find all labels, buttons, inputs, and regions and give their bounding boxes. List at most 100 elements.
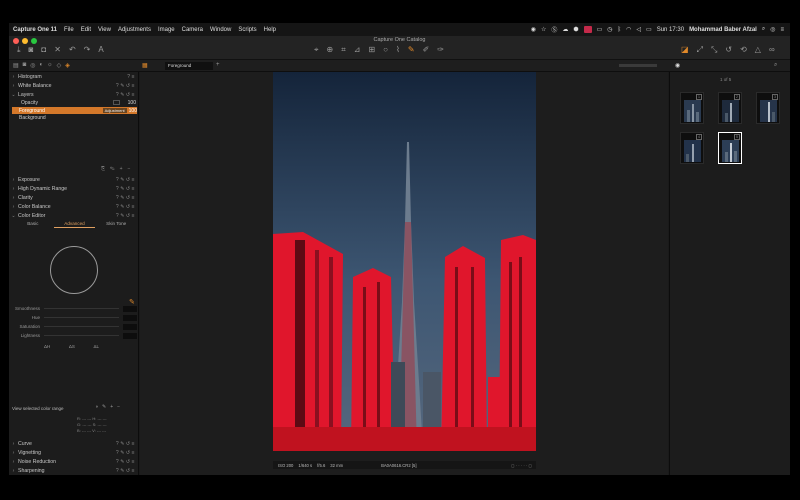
layer-foreground[interactable]: Foreground Adjustment 100 <box>12 107 137 114</box>
stack-icon[interactable]: ◪ <box>681 45 689 55</box>
hue-slider[interactable]: Hue <box>12 314 137 321</box>
red-app-icon[interactable] <box>583 26 592 33</box>
copy-layer-icon[interactable]: ⎘ <box>101 166 110 172</box>
lens-tab-icon[interactable]: ◎ <box>30 62 35 69</box>
view-selected-range[interactable]: View selected color range <box>12 406 63 411</box>
spotlight-icon[interactable]: ⌕ <box>762 26 765 33</box>
skype-icon[interactable]: Ⓢ <box>551 25 557 34</box>
thumbnail-4[interactable]: 4 <box>680 132 704 164</box>
reset-icon[interactable]: ↺ <box>725 45 732 55</box>
vignetting-tool[interactable]: › Vignetting ?✎↺≡ <box>9 448 139 457</box>
spot-tool-icon[interactable]: ○ <box>383 45 388 55</box>
apply-adjust-icon[interactable]: ⤡ <box>711 45 717 55</box>
lightness-slider[interactable]: Lightness <box>12 332 137 339</box>
volume-icon[interactable]: ◁ <box>636 26 641 33</box>
capture-tab-icon[interactable]: ◙ <box>23 62 27 69</box>
layers-tool[interactable]: ⌄ Layers ?✎↺≡ <box>9 90 139 99</box>
eraser-tool-icon[interactable]: ✐ <box>423 45 430 55</box>
crop-tool-icon[interactable]: ⌗ <box>341 45 346 55</box>
wifi-icon[interactable]: ◠ <box>626 26 631 33</box>
menu-edit[interactable]: Edit <box>81 27 91 33</box>
exposure-tab-icon[interactable]: ☼ <box>47 62 53 69</box>
glasses-icon[interactable]: ∞ <box>769 45 775 55</box>
copy-adjust-icon[interactable]: ⤢ <box>697 45 703 55</box>
thumbnail-1[interactable]: 1 <box>680 92 704 124</box>
display-icon[interactable]: ▭ <box>597 26 603 33</box>
battery-icon[interactable]: ▭ <box>646 26 652 33</box>
menu-view[interactable]: View <box>98 27 111 33</box>
app-menu[interactable]: Capture One 11 <box>13 27 57 33</box>
bluetooth-icon[interactable]: ᛒ <box>618 27 622 33</box>
curve-tool[interactable]: › Curve ?✎↺≡ <box>9 439 139 448</box>
noise-reduction-tool[interactable]: › Noise Reduction ?✎↺≡ <box>9 457 139 466</box>
remove-range-icon[interactable]: − <box>117 404 124 410</box>
tab-basic[interactable]: Basic <box>12 219 54 228</box>
add-icon[interactable]: + <box>120 166 128 172</box>
layer-select[interactable]: Foreground <box>165 62 213 70</box>
keystone-tool-icon[interactable]: ⊞ <box>368 45 375 55</box>
menu-image[interactable]: Image <box>158 27 175 33</box>
dropbox-icon[interactable]: ⬢ <box>573 26 578 33</box>
menu-help[interactable]: Help <box>264 27 276 33</box>
tab-skin-tone[interactable]: Skin Tone <box>95 219 137 228</box>
color-tab-icon[interactable]: ◐ <box>40 62 44 69</box>
color-balance-tool[interactable]: › Color Balance ?✎↺≡ <box>9 202 139 211</box>
menu-window[interactable]: Window <box>210 27 231 33</box>
details-tab-icon[interactable]: ◇ <box>57 62 62 69</box>
siri-icon[interactable]: ◎ <box>770 26 775 33</box>
camera-icon[interactable]: ◙ <box>29 45 34 55</box>
brush-icon[interactable]: ✎ <box>110 166 120 172</box>
sharpening-tool[interactable]: › Sharpening ?✎↺≡ <box>9 466 139 475</box>
local-adjust-tab-icon[interactable]: ◈ <box>65 62 70 69</box>
brush-tool-icon[interactable]: ✎ <box>408 45 415 55</box>
record-icon[interactable]: ◉ <box>531 26 536 33</box>
time-machine-icon[interactable]: ◷ <box>607 26 612 33</box>
menu-adjustments[interactable]: Adjustments <box>118 27 151 33</box>
exposure-tool[interactable]: › Exposure ?✎↺≡ <box>9 175 139 184</box>
thumbnail-5[interactable]: 5 <box>718 132 742 164</box>
notifications-icon[interactable]: ≡ <box>780 27 784 33</box>
add-layer-icon[interactable]: + <box>216 62 220 68</box>
white-balance-tool[interactable]: › White Balance ?✎↺≡ <box>9 81 139 90</box>
loupe-tool-icon[interactable]: ⊕ <box>327 45 334 55</box>
pan-tool-icon[interactable]: ⌖ <box>314 45 319 55</box>
menu-file[interactable]: File <box>64 27 74 33</box>
remove-icon[interactable]: − <box>128 166 136 172</box>
straighten-tool-icon[interactable]: ⊿ <box>354 45 361 55</box>
opacity-value[interactable]: 100 <box>128 100 136 106</box>
smoothness-slider[interactable]: Smoothness <box>12 305 137 312</box>
histogram-tool[interactable]: › Histogram ?≡ <box>9 72 139 81</box>
star-icon[interactable]: ☆ <box>541 26 546 33</box>
picker-tool-icon[interactable]: ✑ <box>437 45 444 55</box>
viewer-photo[interactable] <box>273 72 536 451</box>
zoom-slider[interactable] <box>619 64 657 67</box>
annotation-tool-icon[interactable]: ⌇ <box>396 45 400 55</box>
menu-camera[interactable]: Camera <box>182 27 203 33</box>
thumbnail-3[interactable]: 3 <box>756 92 780 124</box>
picker-icon[interactable]: ✎ <box>102 404 110 410</box>
thumbnail-2[interactable]: 2 <box>718 92 742 124</box>
clock-text[interactable]: Sun 17:30 <box>657 27 684 33</box>
layer-grid-icon[interactable]: ▦ <box>142 62 148 69</box>
tab-advanced[interactable]: Advanced <box>53 219 96 228</box>
eye-icon[interactable]: ◉ <box>675 62 680 69</box>
undo-icon[interactable]: ↶ <box>69 45 76 55</box>
warning-icon[interactable]: △ <box>755 45 761 55</box>
redo-icon[interactable]: ↷ <box>84 45 91 55</box>
color-range-icon[interactable]: ◑ <box>95 404 102 410</box>
live-icon[interactable]: ◘ <box>41 45 46 55</box>
user-name[interactable]: Mohammad Baber Afzal <box>689 27 757 33</box>
cloud-icon[interactable]: ☁ <box>562 26 568 33</box>
rating-stars[interactable]: ◻ · · · · · ◻ <box>511 463 532 468</box>
library-tab-icon[interactable]: ▤ <box>13 62 19 69</box>
search-icon[interactable]: ⌕ <box>774 62 777 69</box>
import-icon[interactable]: ⤓ <box>17 45 21 55</box>
delete-icon[interactable]: ✕ <box>54 45 61 55</box>
clarity-tool[interactable]: › Clarity ?✎↺≡ <box>9 193 139 202</box>
text-icon[interactable]: A <box>98 45 103 55</box>
color-wheel[interactable] <box>50 246 98 294</box>
reset-all-icon[interactable]: ⟲ <box>740 45 747 55</box>
menu-scripts[interactable]: Scripts <box>238 27 256 33</box>
hdr-tool[interactable]: › High Dynamic Range ?✎↺≡ <box>9 184 139 193</box>
saturation-slider[interactable]: Saturation <box>12 323 137 330</box>
